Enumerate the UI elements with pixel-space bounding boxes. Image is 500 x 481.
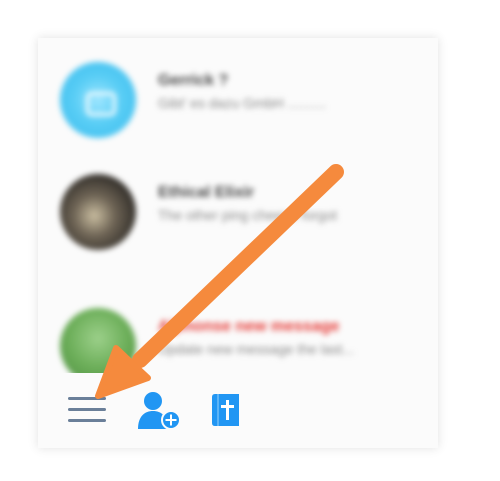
chat-name: Gerrick ?	[158, 72, 229, 89]
add-contact-icon[interactable]	[136, 389, 182, 431]
chat-preview: Gibt' es dazu GmbH ..........	[158, 95, 327, 111]
book-icon[interactable]	[208, 391, 246, 429]
chat-name: Alphonse new message	[158, 318, 340, 335]
chat-name: Ethical Elixir	[158, 184, 255, 201]
chat-text: Alphonse new message Update new message …	[158, 316, 428, 360]
avatar	[60, 62, 136, 138]
chat-list-panel: Gerrick ? Gibt' es dazu GmbH .......... …	[38, 38, 438, 448]
bottom-toolbar	[38, 373, 438, 448]
avatar	[60, 174, 136, 250]
chat-preview: Update new message the last...	[158, 341, 355, 357]
chat-item[interactable]: Ethical Elixir The other ping cheese for…	[38, 150, 438, 250]
chat-item[interactable]: Gerrick ? Gibt' es dazu GmbH ..........	[38, 38, 438, 138]
chat-text: Gerrick ? Gibt' es dazu GmbH ..........	[158, 70, 428, 114]
chat-preview: The other ping cheese forgot	[158, 207, 338, 223]
chat-item[interactable]: Alphonse new message Update new message …	[38, 262, 438, 384]
hamburger-menu-icon[interactable]	[68, 393, 106, 427]
chat-text: Ethical Elixir The other ping cheese for…	[158, 182, 428, 226]
